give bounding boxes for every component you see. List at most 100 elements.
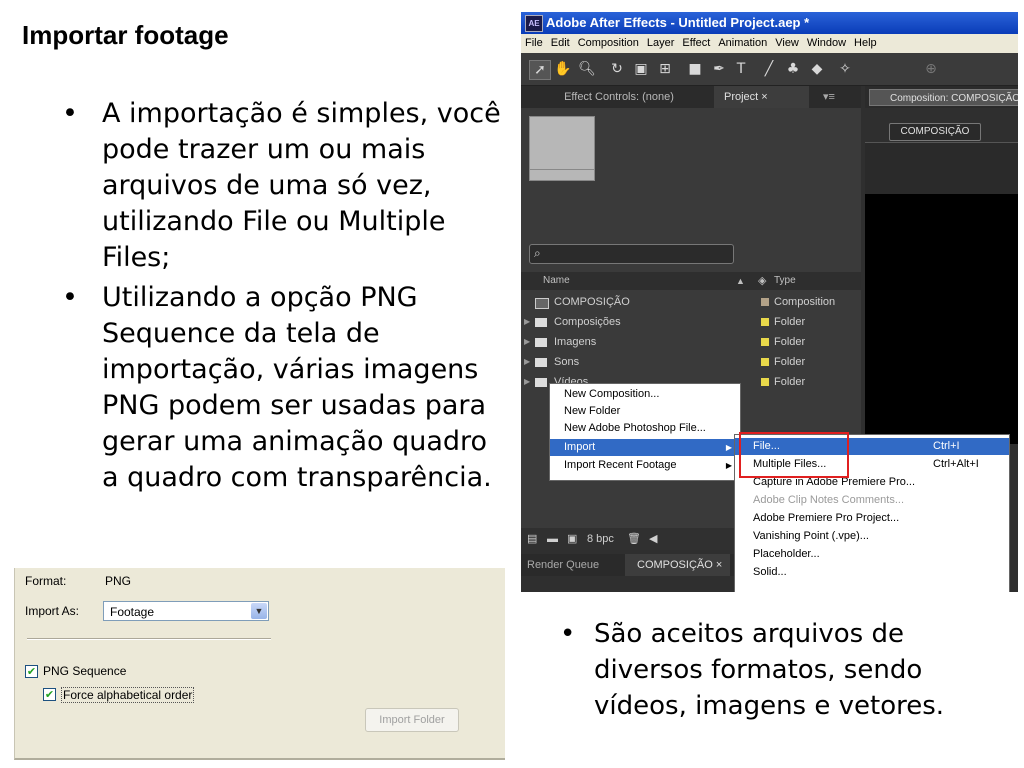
label-swatch[interactable]: [761, 358, 769, 366]
import-as-label: Import As:: [25, 604, 80, 618]
png-sequence-checkbox[interactable]: ✔: [25, 665, 38, 678]
column-name[interactable]: Name: [543, 272, 570, 290]
interpret-footage-icon[interactable]: ▤: [527, 528, 537, 550]
ae-logo-icon: AE: [525, 15, 543, 32]
trash-icon[interactable]: 🗑︎: [627, 528, 641, 550]
item-name: COMPOSIÇÃO: [554, 296, 630, 308]
menu-item-new-folder[interactable]: New Folder: [550, 403, 740, 420]
search-icon: ⌕: [534, 246, 541, 260]
project-item-composicoes[interactable]: ▶ Composições Folder: [521, 312, 861, 332]
column-type[interactable]: Type: [774, 272, 796, 290]
menu-item-new-photoshop-file[interactable]: New Adobe Photoshop File...: [550, 420, 740, 437]
column-header: Name ▲ ◈ Type: [521, 272, 861, 290]
submenu-arrow-icon: ▶: [725, 461, 732, 470]
selection-tool-icon[interactable]: ➚: [529, 60, 551, 80]
expand-triangle-icon[interactable]: ▶: [524, 312, 530, 332]
hand-tool-icon[interactable]: ✋: [553, 60, 573, 78]
force-alphabetical-label: Force alphabetical order: [61, 687, 195, 703]
new-folder-icon[interactable]: ▬: [547, 528, 558, 550]
menu-layer[interactable]: Layer: [643, 34, 679, 53]
label-swatch[interactable]: [761, 378, 769, 386]
composition-viewer[interactable]: [865, 194, 1018, 444]
shortcut-text: Ctrl+I: [933, 440, 960, 452]
item-type: Folder: [774, 336, 806, 348]
project-context-menu: New Composition... New Folder New Adobe …: [549, 383, 741, 481]
menu-edit[interactable]: Edit: [547, 34, 574, 53]
menu-bar: File Edit Composition Layer Effect Animation V…: [521, 34, 1018, 53]
submenu-item-placeholder[interactable]: Placeholder...: [735, 546, 1009, 563]
expand-triangle-icon[interactable]: ▶: [524, 372, 530, 392]
menu-effect[interactable]: Effect: [678, 34, 714, 53]
tab-composition[interactable]: Composition: COMPOSIÇÃO: [869, 89, 1018, 106]
menu-item-new-composition[interactable]: New Composition...: [550, 386, 740, 403]
force-alphabetical-checkbox[interactable]: ✔: [43, 688, 56, 701]
eraser-tool-icon[interactable]: ◆: [807, 60, 827, 78]
rotate-tool-icon[interactable]: ↻: [607, 60, 627, 78]
bullet-list: A importação é simples, você pode trazer…: [60, 96, 510, 500]
zoom-tool-icon[interactable]: 🔍︎: [577, 60, 597, 78]
format-value: PNG: [105, 574, 132, 588]
composition-breadcrumb-button[interactable]: COMPOSIÇÃO: [889, 123, 981, 141]
label-swatch[interactable]: [761, 298, 769, 306]
rectangle-tool-icon[interactable]: ■: [685, 60, 705, 78]
tab-timeline-composition[interactable]: COMPOSIÇÃO ×: [625, 554, 730, 576]
import-folder-button[interactable]: Import Folder: [365, 708, 459, 732]
menu-file[interactable]: File: [521, 34, 547, 53]
tab-effect-controls[interactable]: Effect Controls: (none): [527, 86, 711, 108]
composition-icon: [535, 298, 549, 309]
tab-project[interactable]: Project ×: [714, 86, 809, 108]
import-as-select[interactable]: Footage ▼: [103, 601, 269, 621]
folder-icon: [535, 358, 547, 367]
pan-behind-tool-icon[interactable]: ⊞: [655, 60, 675, 78]
project-item-composicao[interactable]: COMPOSIÇÃO Composition: [521, 292, 861, 312]
item-name: Sons: [554, 356, 580, 368]
pen-tool-icon[interactable]: ✒: [709, 60, 729, 78]
preview-thumbnail-bar: [529, 170, 595, 181]
highlight-box: [739, 432, 849, 478]
item-name: Imagens: [554, 336, 597, 348]
composition-header-area: [865, 142, 1018, 195]
project-search-input[interactable]: ⌕: [529, 244, 734, 264]
submenu-item-premiere-project[interactable]: Adobe Premiere Pro Project...: [735, 510, 1009, 527]
sort-ascending-icon[interactable]: ▲: [736, 272, 745, 290]
label-swatch[interactable]: [761, 338, 769, 346]
brush-tool-icon[interactable]: ╱: [759, 60, 779, 78]
menu-view[interactable]: View: [771, 34, 803, 53]
text-tool-icon[interactable]: T: [731, 60, 751, 78]
slide-title: Importar footage: [22, 20, 229, 50]
submenu-item-solid[interactable]: Solid...: [735, 564, 1009, 581]
menu-help[interactable]: Help: [850, 34, 881, 53]
expand-triangle-icon[interactable]: ▶: [524, 352, 530, 372]
menu-composition[interactable]: Composition: [574, 34, 643, 53]
new-composition-icon[interactable]: ▣: [567, 528, 577, 550]
bit-depth-label[interactable]: 8 bpc: [587, 528, 614, 550]
axis-mode-icon[interactable]: ⊕: [921, 60, 941, 78]
menu-animation[interactable]: Animation: [714, 34, 771, 53]
project-item-imagens[interactable]: ▶ Imagens Folder: [521, 332, 861, 352]
bullet-png-sequence: Utilizando a opção PNG Sequence da tela …: [60, 280, 510, 496]
expand-triangle-icon[interactable]: ▶: [524, 332, 530, 352]
folder-icon: [535, 318, 547, 327]
composition-panel-tabs: Composition: COMPOSIÇÃO: [865, 86, 1018, 108]
label-tag-icon[interactable]: ◈: [758, 272, 766, 290]
import-dialog: Format: PNG Import As: Footage ▼ ✔ PNG S…: [14, 568, 505, 760]
project-item-sons[interactable]: ▶ Sons Folder: [521, 352, 861, 372]
menu-window[interactable]: Window: [803, 34, 850, 53]
submenu-item-vanishing-point[interactable]: Vanishing Point (.vpe)...: [735, 528, 1009, 545]
menu-item-import-recent-footage[interactable]: Import Recent Footage ▶: [550, 457, 740, 474]
panel-tabs: Effect Controls: (none) Project × ▾≡: [521, 86, 861, 108]
clone-tool-icon[interactable]: ♣: [783, 60, 803, 78]
divider: [27, 638, 271, 640]
camera-tool-icon[interactable]: ▣: [631, 60, 651, 78]
menu-item-import[interactable]: Import ▶: [550, 439, 740, 456]
panel-menu-icon[interactable]: ▾≡: [823, 86, 835, 108]
png-sequence-label: PNG Sequence: [43, 664, 127, 678]
item-type: Folder: [774, 376, 806, 388]
chevron-down-icon[interactable]: ▼: [251, 603, 267, 619]
scroll-left-icon[interactable]: ◀: [649, 528, 657, 550]
item-type: Composition: [774, 296, 836, 308]
label-swatch[interactable]: [761, 318, 769, 326]
menu-item-label: Import Recent Footage: [564, 459, 677, 471]
tab-render-queue[interactable]: Render Queue: [527, 554, 599, 576]
puppet-tool-icon[interactable]: ✧: [835, 60, 855, 78]
